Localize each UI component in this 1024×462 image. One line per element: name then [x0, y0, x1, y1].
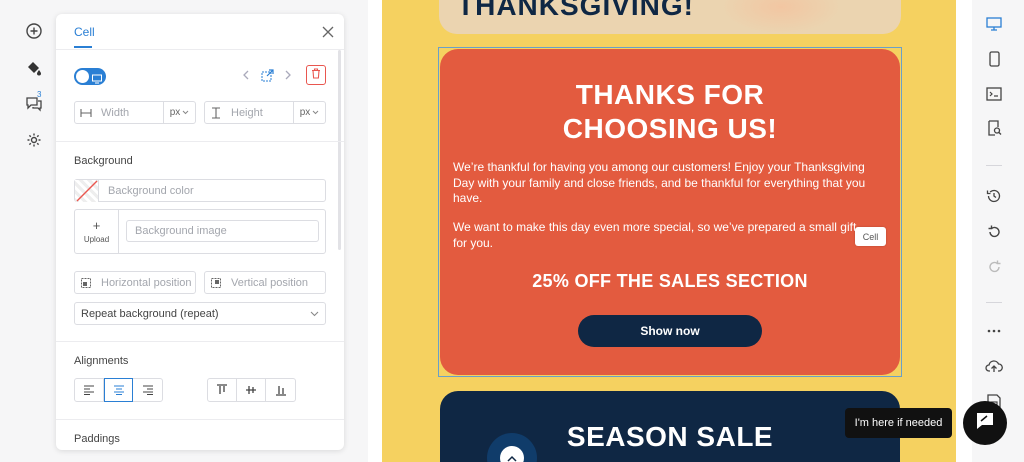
paint-bucket-icon[interactable] [22, 56, 46, 80]
header-block[interactable]: THANKSGIVING! [439, 0, 901, 34]
align-left-icon[interactable] [75, 379, 104, 401]
device-toggle[interactable] [74, 68, 106, 85]
height-unit-select[interactable]: px [293, 102, 325, 123]
vertical-position-field[interactable]: Vertical position [204, 271, 326, 294]
comments-badge: 3 [37, 90, 42, 99]
redo-icon[interactable] [984, 256, 1004, 276]
divider [56, 341, 344, 342]
show-now-button[interactable]: Show now [578, 315, 762, 347]
chevron-right-icon[interactable] [279, 66, 297, 84]
chevron-down-icon [310, 308, 319, 320]
upload-button[interactable]: + Upload [75, 210, 119, 253]
toolbar-divider [986, 302, 1002, 303]
horizontal-position-field[interactable]: Horizontal position [74, 271, 196, 294]
height-field[interactable]: Height px [204, 101, 326, 124]
align-middle-icon[interactable] [237, 379, 266, 401]
width-icon [75, 108, 97, 118]
plus-circle-icon[interactable] [22, 19, 46, 43]
delete-button[interactable] [306, 65, 326, 85]
color-swatch[interactable] [75, 180, 99, 202]
tab-cell[interactable]: Cell [74, 25, 95, 39]
chat-icon [974, 411, 996, 436]
toolbar-divider [986, 165, 1002, 166]
align-center-icon[interactable] [104, 378, 133, 402]
panel-scrollbar[interactable] [338, 50, 341, 250]
chevron-left-icon[interactable] [237, 66, 255, 84]
repeat-value: Repeat background (repeat) [81, 307, 219, 320]
horizontal-position-icon [75, 277, 97, 289]
comments-icon[interactable] [22, 92, 46, 116]
plus-icon: + [92, 218, 101, 233]
header-title: THANKSGIVING! [457, 0, 694, 21]
vpos-placeholder: Vertical position [231, 276, 309, 289]
bg-image-placeholder: Background image [135, 225, 227, 237]
repeat-background-select[interactable]: Repeat background (repeat) [74, 302, 326, 325]
hpos-placeholder: Horizontal position [101, 276, 192, 289]
height-placeholder: Height [231, 106, 263, 119]
select-parent-icon[interactable] [258, 66, 276, 84]
align-bottom-icon[interactable] [266, 379, 295, 401]
bg-image-input[interactable]: Background image [126, 220, 319, 242]
cell-title-line2: CHOOSING US! [562, 113, 778, 144]
mobile-icon[interactable] [984, 49, 1004, 69]
cell-tag: Cell [855, 227, 886, 246]
cell-paragraph-2: We want to make this day even more speci… [453, 220, 857, 250]
left-toolbar: 3 [0, 0, 56, 462]
history-icon[interactable] [984, 186, 1004, 206]
cell-settings-panel: Cell Width px Height px Background Backg… [56, 14, 344, 450]
background-title: Background [74, 155, 133, 167]
width-unit-select[interactable]: px [163, 102, 195, 123]
chevron-up-icon [500, 446, 524, 462]
gear-icon[interactable] [22, 128, 46, 152]
width-placeholder: Width [101, 106, 130, 119]
paddings-title: Paddings [74, 433, 120, 445]
trash-icon [311, 66, 321, 84]
chat-button[interactable] [963, 401, 1007, 445]
cloud-upload-icon[interactable] [984, 356, 1004, 376]
vertical-position-icon [205, 277, 227, 289]
more-icon[interactable] [984, 321, 1004, 341]
close-icon[interactable] [320, 24, 336, 40]
align-top-icon[interactable] [208, 379, 237, 401]
desktop-icon[interactable] [984, 14, 1004, 34]
header-image [721, 0, 841, 34]
cell-title: THANKS FOR CHOOSING US! [440, 78, 900, 146]
align-right-icon[interactable] [133, 379, 162, 401]
code-icon[interactable] [984, 84, 1004, 104]
vertical-align-group [207, 378, 296, 402]
bg-color-field[interactable]: Background color [74, 179, 326, 202]
desktop-small-icon [92, 71, 102, 89]
height-icon [205, 106, 227, 119]
width-field[interactable]: Width px [74, 101, 196, 124]
divider [56, 419, 344, 420]
cell-title-line1: THANKS FOR [575, 79, 765, 110]
horizontal-align-group [74, 378, 163, 402]
bg-image-box: + Upload Background image [74, 209, 326, 254]
thanks-cell[interactable]: THANKS FOR CHOOSING US! We’re thankful f… [440, 49, 900, 375]
upload-label: Upload [83, 235, 110, 244]
divider [56, 141, 344, 142]
preview-icon[interactable] [984, 118, 1004, 138]
alignments-title: Alignments [74, 355, 129, 367]
chat-tooltip: I'm here if needed [845, 408, 952, 438]
toggle-knob [76, 70, 89, 83]
divider [56, 49, 344, 50]
right-toolbar [972, 0, 1024, 462]
cell-paragraph-1: We’re thankful for having you among our … [453, 160, 866, 205]
undo-icon[interactable] [984, 221, 1004, 241]
cell-offer-heading: 25% OFF THE SALES SECTION [532, 271, 808, 291]
tab-underline [74, 46, 92, 48]
